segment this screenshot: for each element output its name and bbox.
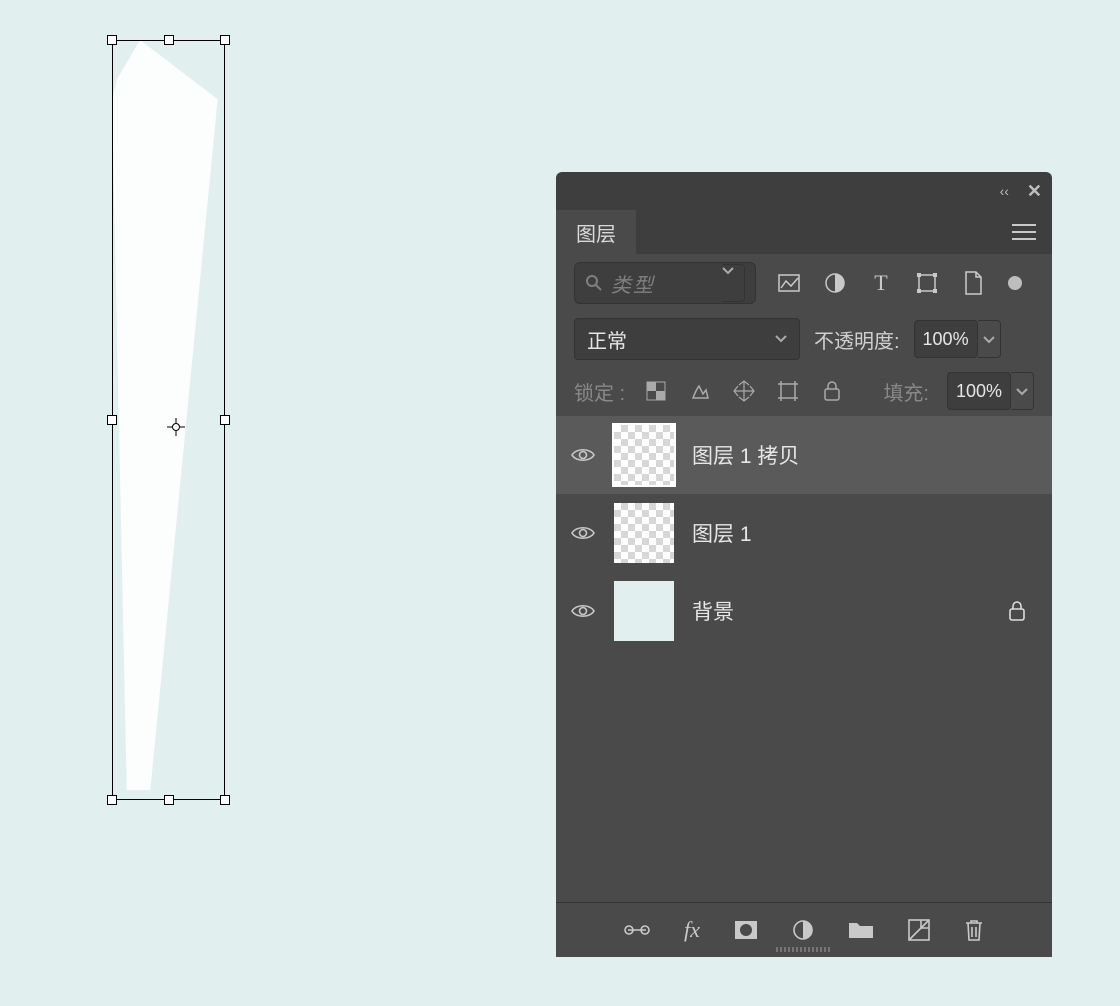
chevron-down-icon: [1016, 386, 1028, 398]
opacity-label: 不透明度:: [814, 325, 900, 354]
delete-layer-button[interactable]: [964, 918, 984, 942]
panel-tabs: 图层: [556, 210, 1052, 254]
add-mask-button[interactable]: [734, 920, 758, 940]
lock-label: 锁定 :: [574, 377, 625, 406]
handle-top-left[interactable]: [107, 35, 117, 45]
layers-list: 图层 1 拷贝 图层 1 背景: [556, 416, 1052, 902]
close-button[interactable]: ✕: [1027, 181, 1042, 202]
layer-style-button[interactable]: fx: [684, 917, 700, 943]
blend-mode-select[interactable]: 正常: [574, 318, 800, 360]
trash-icon: [964, 918, 984, 942]
handle-bottom-center[interactable]: [164, 795, 174, 805]
panel-titlebar: ‹‹ ✕: [556, 172, 1052, 210]
chevron-down-icon: [722, 264, 745, 302]
lock-all-icon[interactable]: [819, 378, 845, 404]
handle-bottom-left[interactable]: [107, 795, 117, 805]
adjustment-layer-button[interactable]: [792, 919, 814, 941]
layer-name[interactable]: 图层 1: [692, 518, 752, 548]
opacity-value[interactable]: 100%: [914, 320, 978, 358]
adjustment-icon: [792, 919, 814, 941]
layer-filter-row: 类型 T: [556, 254, 1052, 312]
handle-top-center[interactable]: [164, 35, 174, 45]
chevron-down-icon: [983, 334, 995, 346]
layer-row[interactable]: 图层 1 拷贝: [556, 416, 1052, 494]
transform-pivot-icon[interactable]: [167, 418, 185, 436]
eye-icon: [571, 447, 595, 463]
transform-bounding-box[interactable]: [112, 40, 225, 800]
visibility-toggle[interactable]: [570, 520, 596, 546]
lock-icon: [1008, 601, 1026, 621]
panel-body: 类型 T 正常 不透明度: 100% 锁定 :: [556, 254, 1052, 902]
layer-thumbnail[interactable]: [614, 425, 674, 485]
handle-middle-right[interactable]: [220, 415, 230, 425]
layer-thumbnail[interactable]: [614, 581, 674, 641]
layer-name[interactable]: 背景: [692, 596, 734, 626]
filter-shape-icon[interactable]: [914, 270, 940, 296]
eye-icon: [571, 603, 595, 619]
chevron-down-icon: [775, 333, 787, 345]
layer-lock-icon[interactable]: [1008, 601, 1026, 621]
handle-top-right[interactable]: [220, 35, 230, 45]
filter-toggle-dot[interactable]: [1008, 276, 1022, 290]
filter-smartobject-icon[interactable]: [960, 270, 986, 296]
layers-panel: ‹‹ ✕ 图层 类型 T 正常 不透明度:: [556, 172, 1052, 956]
filter-pixel-icon[interactable]: [776, 270, 802, 296]
lock-image-icon[interactable]: [687, 378, 713, 404]
fx-icon: fx: [684, 917, 700, 943]
visibility-toggle[interactable]: [570, 598, 596, 624]
new-layer-button[interactable]: [908, 919, 930, 941]
tab-layers[interactable]: 图层: [556, 210, 636, 254]
lock-row: 锁定 : 填充: 100%: [556, 366, 1052, 416]
lock-artboard-icon[interactable]: [775, 378, 801, 404]
handle-bottom-right[interactable]: [220, 795, 230, 805]
collapse-button[interactable]: ‹‹: [1000, 183, 1009, 199]
link-icon: [624, 922, 650, 938]
link-layers-button[interactable]: [624, 922, 650, 938]
handle-middle-left[interactable]: [107, 415, 117, 425]
blend-mode-value: 正常: [587, 325, 627, 354]
filter-type-label: 类型: [611, 269, 655, 298]
eye-icon: [571, 525, 595, 541]
tab-label: 图层: [576, 218, 616, 247]
folder-icon: [848, 920, 874, 940]
blend-opacity-row: 正常 不透明度: 100%: [556, 312, 1052, 366]
layer-thumbnail[interactable]: [614, 503, 674, 563]
fill-stepper[interactable]: [1011, 372, 1034, 410]
search-icon: [585, 274, 603, 292]
layer-filter-type-select[interactable]: 类型: [574, 262, 756, 304]
canvas-area[interactable]: [0, 0, 560, 1006]
new-group-button[interactable]: [848, 920, 874, 940]
lock-position-icon[interactable]: [731, 378, 757, 404]
filter-type-text-icon[interactable]: T: [868, 270, 894, 296]
visibility-toggle[interactable]: [570, 442, 596, 468]
fill-label: 填充:: [883, 377, 929, 406]
panel-menu-button[interactable]: [1012, 210, 1052, 254]
panel-resize-grip[interactable]: [776, 947, 832, 952]
layer-row[interactable]: 图层 1: [556, 494, 1052, 572]
hamburger-icon: [1012, 223, 1036, 241]
new-layer-icon: [908, 919, 930, 941]
layer-row[interactable]: 背景: [556, 572, 1052, 650]
lock-transparent-icon[interactable]: [643, 378, 669, 404]
opacity-stepper[interactable]: [978, 320, 1001, 358]
mask-icon: [734, 920, 758, 940]
filter-adjustment-icon[interactable]: [822, 270, 848, 296]
layer-name[interactable]: 图层 1 拷贝: [692, 440, 799, 470]
fill-value[interactable]: 100%: [947, 372, 1011, 410]
